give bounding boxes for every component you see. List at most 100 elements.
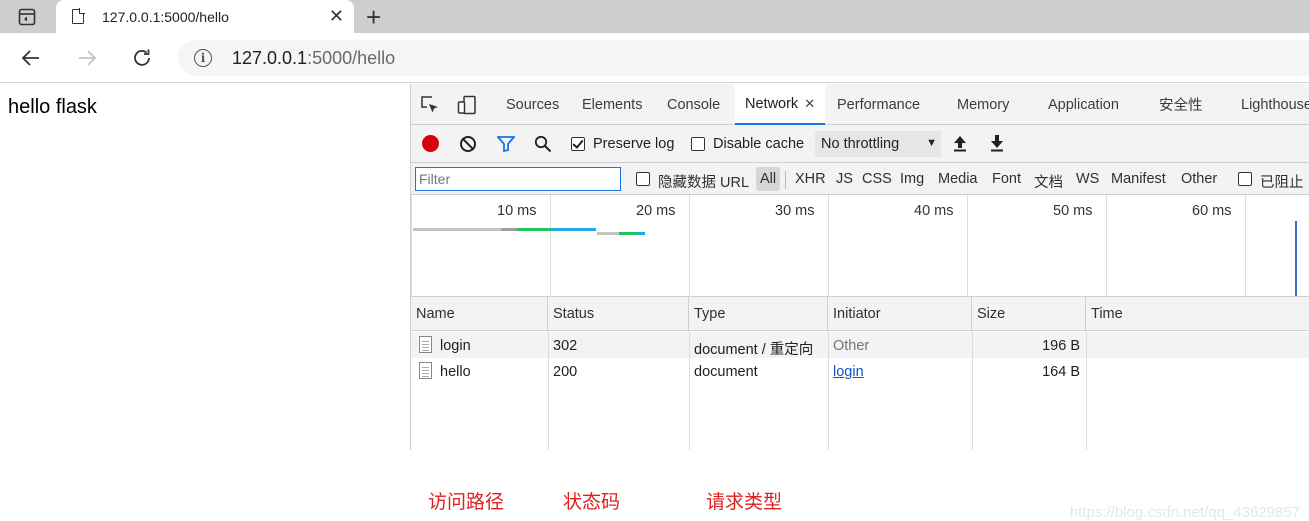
overview-grid-line [411,195,412,296]
preserve-log-checkbox[interactable] [571,137,585,151]
tab-elements[interactable]: Elements [582,84,642,125]
network-toolbar: Preserve log Disable cache No throttling… [411,125,1309,163]
annotation-type: 请求类型 [706,492,783,513]
page-body-text: hello flask [8,96,97,118]
info-icon[interactable]: i [194,49,212,67]
filter-separator [785,171,786,189]
filter-type-media[interactable]: Media [938,171,978,187]
filter-type-manifest[interactable]: Manifest [1111,171,1166,187]
cell-initiator-link[interactable]: login [833,364,864,380]
filter-type-other[interactable]: Other [1181,171,1217,187]
requests-table: Name Status Type Initiator Size Time log… [411,297,1309,521]
cell-name: login [440,338,471,354]
cell-name: hello [440,364,471,380]
column-divider [1086,331,1087,450]
column-divider [828,331,829,450]
filter-input[interactable] [415,167,621,191]
tick-label: 10 ms [497,203,537,219]
tab-application[interactable]: Application [1048,84,1119,125]
waterfall-bar-queue [413,228,501,231]
tab-lighthouse[interactable]: Lighthouse [1241,84,1309,125]
device-toolbar-icon[interactable] [457,95,477,115]
inspect-element-icon[interactable] [420,95,440,115]
page-viewport: hello flask [0,84,410,450]
column-divider [689,331,690,450]
tab-sources[interactable]: Sources [506,84,559,125]
table-row[interactable]: login 302 document / 重定向 Other 196 B [411,332,1309,358]
filter-type-font[interactable]: Font [992,171,1021,187]
record-button[interactable] [422,135,439,152]
document-icon [419,336,432,353]
close-network-tab-icon[interactable]: ✕ [804,96,815,112]
tick-label: 60 ms [1192,203,1232,219]
tab-performance[interactable]: Performance [837,84,920,125]
column-divider [972,331,973,450]
column-header-name[interactable]: Name [411,297,548,331]
devtools-tab-bar: Sources Elements Console Network ✕ Perfor… [411,84,1309,125]
disable-cache-label: Disable cache [713,136,805,152]
forward-button[interactable] [74,45,100,71]
filter-type-doc[interactable]: 文档 [1034,171,1063,192]
overview-grid-line [967,195,968,296]
hide-data-url-checkbox[interactable] [636,172,650,186]
import-har-icon[interactable] [952,134,968,152]
tab-actions-icon [18,8,36,26]
column-divider [548,331,549,450]
annotation-status: 状态码 [563,492,621,513]
preserve-log-label: Preserve log [593,136,675,152]
column-header-type[interactable]: Type [689,297,828,331]
browser-tab[interactable]: 127.0.0.1:5000/hello ✕ [56,0,354,33]
export-har-icon[interactable] [989,134,1005,152]
filter-type-js[interactable]: JS [836,171,853,187]
table-row[interactable]: hello 200 document login 164 B [411,358,1309,384]
cell-size: 196 B [1042,338,1080,354]
filter-type-ws[interactable]: WS [1076,171,1099,187]
column-header-size[interactable]: Size [972,297,1086,331]
tab-console[interactable]: Console [667,84,720,125]
tick-label: 40 ms [914,203,954,219]
tick-label: 50 ms [1053,203,1093,219]
network-overview[interactable]: 10 ms 20 ms 30 ms 40 ms 50 ms 60 ms [411,195,1309,297]
blocked-requests-checkbox[interactable] [1238,172,1252,186]
back-button[interactable] [18,45,44,71]
filter-type-css[interactable]: CSS [862,171,892,187]
waterfall-bar-waiting [517,228,551,231]
dropdown-arrow-icon: ▼ [926,137,937,149]
reload-icon [134,49,150,66]
network-filter-bar: 隐藏数据 URL All XHR JS CSS Img Media Font 文… [411,163,1309,195]
tab-security[interactable]: 安全性 [1159,84,1203,125]
tab-title: 127.0.0.1:5000/hello [102,8,229,25]
tab-network[interactable]: Network ✕ [735,84,825,125]
clear-icon[interactable] [460,136,476,152]
close-tab-icon[interactable]: ✕ [329,6,344,27]
filter-type-xhr[interactable]: XHR [795,171,826,187]
column-header-status[interactable]: Status [548,297,689,331]
waterfall-bar-queue-2 [597,232,619,235]
waterfall-bar-download-2 [637,232,645,235]
reload-button[interactable] [129,45,155,71]
forward-arrow-icon [79,50,97,66]
back-arrow-icon [21,50,39,66]
new-tab-button[interactable]: + [366,2,381,33]
tick-label: 30 ms [775,203,815,219]
tab-actions-button[interactable] [8,5,46,29]
throttling-select[interactable]: No throttling ▼ [815,131,941,157]
address-bar[interactable]: i 127.0.0.1:5000/hello [178,40,1309,76]
url-text: 127.0.0.1:5000/hello [232,47,396,68]
column-header-initiator[interactable]: Initiator [828,297,972,331]
filter-type-img[interactable]: Img [900,171,924,187]
page-icon [72,8,85,24]
search-icon[interactable] [534,135,552,153]
filter-icon[interactable] [497,136,515,152]
column-header-time[interactable]: Time [1086,297,1309,331]
filter-type-all[interactable]: All [756,167,781,191]
tab-memory[interactable]: Memory [957,84,1009,125]
disable-cache-checkbox[interactable] [691,137,705,151]
cell-status: 200 [553,364,578,380]
document-icon [419,362,432,379]
cell-status: 302 [553,338,578,354]
overview-grid-line [689,195,690,296]
navigation-bar: i 127.0.0.1:5000/hello [0,33,1309,83]
throttling-value: No throttling [821,136,900,152]
dom-content-loaded-marker [1295,221,1297,296]
